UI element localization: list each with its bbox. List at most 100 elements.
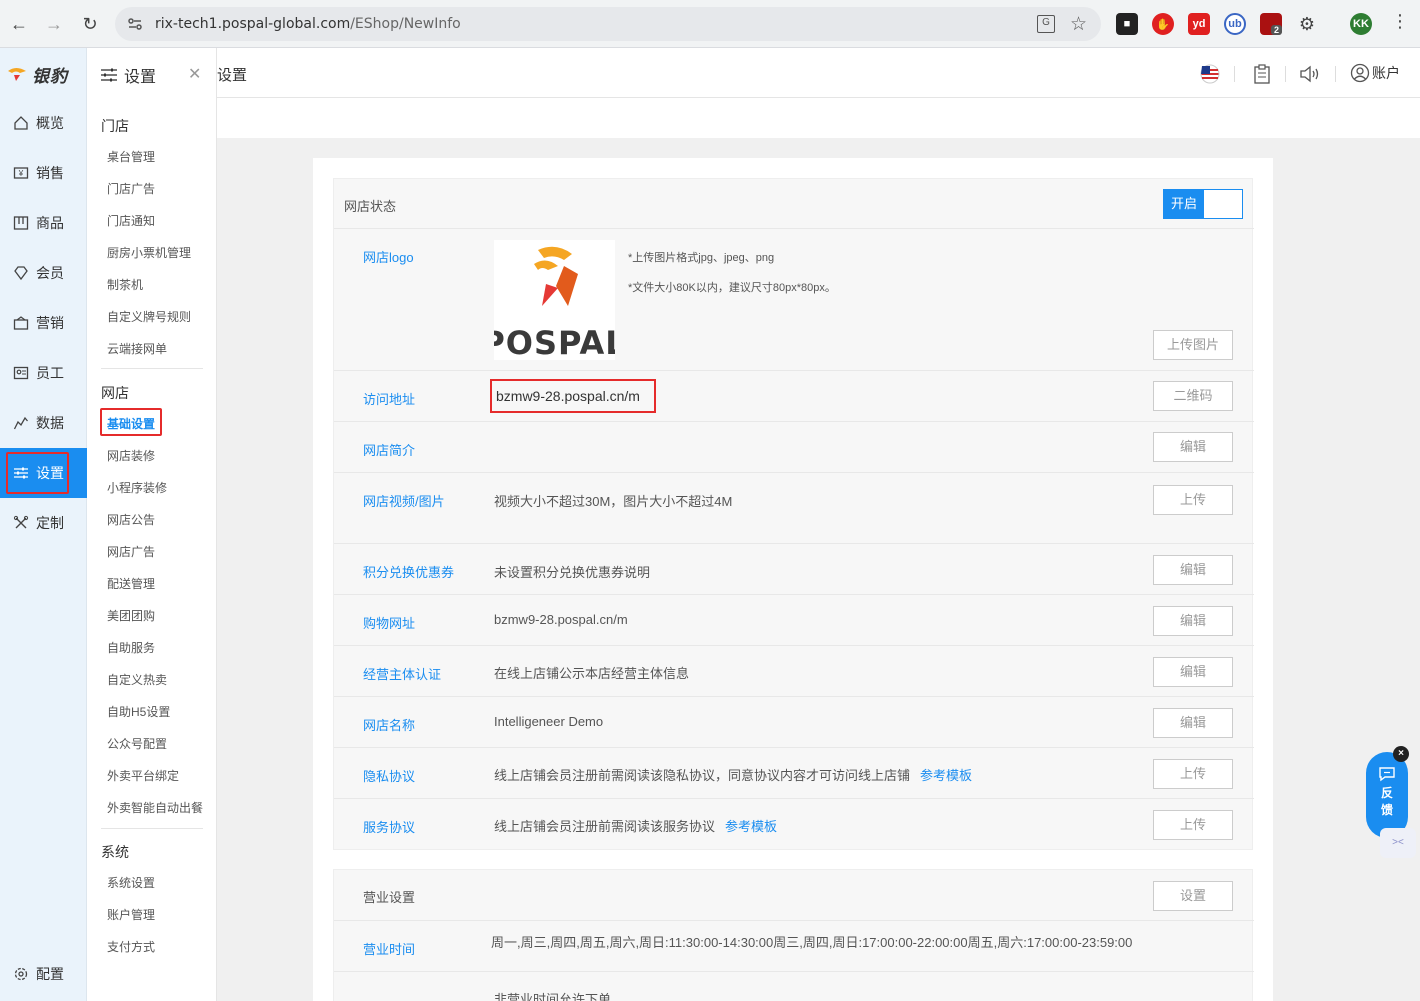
- submenu-item-wechat-config[interactable]: 公众号配置: [107, 735, 167, 752]
- forward-icon[interactable]: →: [42, 12, 66, 36]
- submenu-item-self-service[interactable]: 自助服务: [107, 639, 155, 656]
- shop-status-toggle[interactable]: 开启: [1163, 189, 1243, 219]
- collapse-tab-icon[interactable]: ><: [1380, 828, 1416, 858]
- submenu-item-auto-serve[interactable]: 外卖智能自动出餐: [107, 799, 203, 816]
- shop-intro-row: 网店简介 编辑: [334, 422, 1254, 473]
- url-text[interactable]: rix-tech1.pospal-global.com/EShop/NewInf…: [155, 16, 461, 32]
- nav-custom[interactable]: 定制: [0, 498, 87, 548]
- business-hours-row: 营业时间 周一,周三,周四,周五,周六,周日:11:30:00-14:30:00…: [334, 921, 1254, 972]
- settings-submenu: 设置 ✕ 门店 桌台管理 门店广告 门店通知 厨房小票机管理 制茶机 自定义牌号…: [87, 48, 217, 1001]
- speaker-icon[interactable]: [1299, 63, 1321, 85]
- row-label: 网店视频/图片: [363, 494, 445, 509]
- service-row: 服务协议 线上店铺会员注册前需阅读该服务协议 参考模板 上传: [334, 799, 1254, 850]
- submenu-item-payment[interactable]: 支付方式: [107, 938, 155, 955]
- submenu-item-custom-number[interactable]: 自定义牌号规则: [107, 308, 191, 325]
- privacy-template-link[interactable]: 参考模板: [920, 768, 972, 783]
- edit-entity-button[interactable]: 编辑: [1153, 657, 1233, 687]
- submenu-item-eshop-decor[interactable]: 网店装修: [107, 447, 155, 464]
- edit-name-button[interactable]: 编辑: [1153, 708, 1233, 738]
- nav-config[interactable]: 配置: [0, 949, 87, 999]
- extension-stop-icon[interactable]: ✋: [1152, 13, 1174, 35]
- edit-intro-button[interactable]: 编辑: [1153, 432, 1233, 462]
- submenu-item-eshop-ads[interactable]: 网店广告: [107, 543, 155, 560]
- clipboard-icon[interactable]: [1251, 63, 1273, 85]
- nav-products[interactable]: 商品: [0, 198, 87, 248]
- submenu-item-store-ads[interactable]: 门店广告: [107, 180, 155, 197]
- qr-code-button[interactable]: 二维码: [1153, 381, 1233, 411]
- extensions-puzzle-icon[interactable]: ⚙: [1296, 13, 1318, 35]
- nav-settings[interactable]: 设置: [0, 448, 87, 498]
- account-label: 账户: [1372, 65, 1400, 81]
- translate-icon[interactable]: G: [1037, 15, 1055, 33]
- site-info-icon[interactable]: [127, 16, 143, 32]
- back-icon[interactable]: ←: [7, 12, 31, 36]
- submenu-item-miniapp-decor[interactable]: 小程序装修: [107, 479, 167, 496]
- service-template-link[interactable]: 参考模板: [725, 819, 777, 834]
- nav-label: 员工: [36, 365, 64, 381]
- business-settings-card: 营业设置 设置 营业时间 周一,周三,周四,周五,周六,周日:11:30:00-…: [333, 869, 1254, 1001]
- reload-icon[interactable]: ↻: [78, 12, 102, 36]
- nav-data[interactable]: 数据: [0, 398, 87, 448]
- row-label: 积分兑换优惠券: [363, 565, 455, 580]
- submenu-item-cloud-orders[interactable]: 云端接网单: [107, 340, 167, 357]
- business-hours-value: 周一,周三,周四,周五,周六,周日:11:30:00-14:30:00周三,周四…: [491, 935, 1133, 950]
- feedback-button[interactable]: × 反 馈: [1366, 746, 1409, 838]
- submenu-item-custom-hot[interactable]: 自定义热卖: [107, 671, 167, 688]
- submenu-item-tea-machine[interactable]: 制茶机: [107, 276, 143, 293]
- browser-menu-icon[interactable]: ⋮: [1390, 11, 1410, 32]
- row-value: 在线上店铺公示本店经营主体信息: [494, 666, 690, 681]
- upload-media-button[interactable]: 上传: [1153, 485, 1233, 515]
- profile-avatar[interactable]: KK: [1350, 13, 1372, 35]
- row-label: 服务协议: [363, 820, 416, 835]
- upload-service-button[interactable]: 上传: [1153, 810, 1233, 840]
- shop-name-row: 网店名称 Intelligeneer Demo 编辑: [334, 697, 1254, 748]
- marketing-icon: [12, 314, 30, 332]
- privacy-row: 隐私协议 线上店铺会员注册前需阅读该隐私协议，同意协议内容才可访问线上店铺 参考模…: [334, 748, 1254, 799]
- close-icon[interactable]: ✕: [188, 64, 201, 84]
- nav-overview[interactable]: 概览: [0, 98, 87, 148]
- submenu-item-table-mgmt[interactable]: 桌台管理: [107, 148, 155, 165]
- divider: [1234, 66, 1235, 82]
- nav-employees[interactable]: 员工: [0, 348, 87, 398]
- logo-wordmark: POSPAL: [494, 324, 615, 360]
- submenu-item-delivery[interactable]: 配送管理: [107, 575, 155, 592]
- shop-logo-image: POSPAL: [481, 240, 626, 362]
- submenu-item-eshop-notice[interactable]: 网店公告: [107, 511, 155, 528]
- shop-info-card: 网店状态 开启 网店logo POSPAL *上传图片格式jpg、jpeg、pn…: [333, 178, 1254, 850]
- close-icon[interactable]: ×: [1393, 746, 1409, 762]
- account-menu[interactable]: 账户: [1350, 63, 1400, 83]
- submenu-item-system-settings[interactable]: 系统设置: [107, 874, 155, 891]
- edit-url-button[interactable]: 编辑: [1153, 606, 1233, 636]
- language-flag-icon[interactable]: [1199, 63, 1221, 85]
- submenu-item-kitchen-printer[interactable]: 厨房小票机管理: [107, 244, 191, 261]
- submenu-item-account-mgmt[interactable]: 账户管理: [107, 906, 155, 923]
- nav-label: 概览: [36, 115, 64, 131]
- extension-tab-icon[interactable]: ■: [1116, 13, 1138, 35]
- extension-shield-icon[interactable]: 2: [1260, 13, 1283, 35]
- row-label: 网店logo: [363, 250, 414, 265]
- shop-status-label: 网店状态: [344, 199, 397, 214]
- member-icon: [12, 264, 30, 282]
- edit-coupon-button[interactable]: 编辑: [1153, 555, 1233, 585]
- extension-ublock-icon[interactable]: ub: [1224, 13, 1246, 35]
- submenu-item-basic-settings[interactable]: 基础设置: [100, 408, 162, 436]
- submenu-item-takeout-binding[interactable]: 外卖平台绑定: [107, 767, 179, 784]
- nav-marketing[interactable]: 营销: [0, 298, 87, 348]
- upload-privacy-button[interactable]: 上传: [1153, 759, 1233, 789]
- divider: [101, 828, 203, 829]
- brand-logo[interactable]: 银豹: [6, 62, 68, 86]
- brand-leopard-icon: [8, 68, 26, 81]
- nav-sales[interactable]: ¥ 销售: [0, 148, 87, 198]
- submenu-item-h5-settings[interactable]: 自助H5设置: [107, 703, 170, 720]
- visit-address-value[interactable]: bzmw9-28.pospal.cn/m: [496, 388, 640, 404]
- extension-youdao-icon[interactable]: yd: [1188, 13, 1210, 35]
- submenu-item-meituan[interactable]: 美团团购: [107, 607, 155, 624]
- nav-members[interactable]: 会员: [0, 248, 87, 298]
- business-settings-button[interactable]: 设置: [1153, 881, 1233, 911]
- submenu-item-store-notice[interactable]: 门店通知: [107, 212, 155, 229]
- nav-label: 配置: [36, 966, 64, 982]
- bookmark-star-icon[interactable]: ☆: [1070, 13, 1087, 36]
- offhours-value: 非营业时间允许下单: [494, 992, 612, 1001]
- upload-image-button[interactable]: 上传图片: [1153, 330, 1233, 360]
- address-bar[interactable]: rix-tech1.pospal-global.com/EShop/NewInf…: [115, 7, 1101, 41]
